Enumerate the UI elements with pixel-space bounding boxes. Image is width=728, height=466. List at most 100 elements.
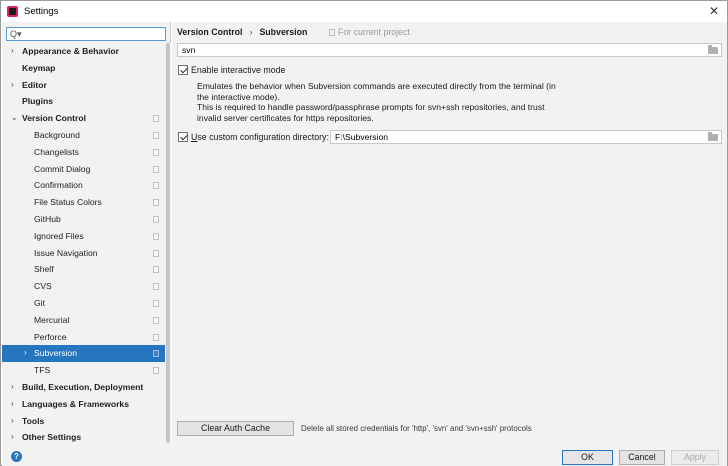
sidebar-item-keymap[interactable]: Keymap [2, 60, 165, 77]
chevron-right-icon[interactable]: › [24, 345, 27, 362]
project-scope-icon [153, 316, 159, 324]
sidebar-item-perforce[interactable]: Perforce [2, 329, 165, 346]
sidebar-item-label: Background [34, 129, 80, 140]
sidebar-item-label: Plugins [22, 96, 54, 107]
project-scope-icon [153, 350, 159, 358]
project-scope-icon [153, 367, 159, 375]
project-scope-icon [153, 333, 159, 341]
sidebar-item-label: Languages & Frameworks [22, 398, 129, 409]
interactive-mode-description: Emulates the behavior when Subversion co… [197, 81, 597, 123]
project-scope-icon [153, 215, 159, 223]
settings-tree: › Appearance & Behavior Keymap › Editor Plugi… [2, 43, 165, 446]
sidebar-item-git[interactable]: Git [2, 295, 165, 312]
sidebar-item-label: Mercurial [34, 314, 70, 325]
chevron-down-icon[interactable]: ⌄ [11, 110, 18, 127]
sidebar-item-tools[interactable]: › Tools [2, 413, 165, 430]
sidebar-item-version-control[interactable]: ⌄ Version Control [2, 110, 165, 127]
app-logo-icon [7, 5, 18, 17]
sidebar-item-mercurial[interactable]: Mercurial [2, 312, 165, 329]
for-current-project-note: For current project [329, 27, 410, 37]
sidebar-item-other-settings[interactable]: › Other Settings [2, 429, 165, 446]
dialog-button-bar: ? OK Cancel Apply [2, 446, 727, 466]
apply-button[interactable]: Apply [671, 450, 719, 465]
ok-button[interactable]: OK [562, 450, 613, 465]
sidebar-item-file-status-colors[interactable]: File Status Colors [2, 194, 165, 211]
enable-interactive-mode-checkbox[interactable] [178, 65, 188, 75]
chevron-right-icon[interactable]: › [11, 77, 14, 94]
project-scope-icon [153, 249, 159, 257]
enable-interactive-mode-label[interactable]: Enable interactive mode [191, 65, 285, 75]
sidebar-item-label: Confirmation [34, 180, 83, 191]
sidebar-item-editor[interactable]: › Editor [2, 77, 165, 94]
sidebar-item-cvs[interactable]: CVS [2, 278, 165, 295]
sidebar-item-label: Keymap [22, 62, 56, 73]
sidebar-item-github[interactable]: GitHub [2, 211, 165, 228]
subversion-settings-panel: Version Control › Subversion For current p… [172, 22, 727, 446]
project-scope-icon [153, 266, 159, 274]
clear-auth-cache-button[interactable]: Clear Auth Cache [177, 421, 294, 436]
chevron-right-icon[interactable]: › [11, 429, 14, 446]
sidebar-item-appearance-behavior[interactable]: › Appearance & Behavior [2, 43, 165, 60]
settings-search-input[interactable]: Q▾ [6, 27, 166, 41]
project-scope-icon [153, 199, 159, 207]
sidebar-item-tfs[interactable]: TFS [2, 362, 165, 379]
cancel-button[interactable]: Cancel [619, 450, 665, 465]
sidebar-item-label: Ignored Files [34, 230, 84, 241]
sidebar-item-issue-navigation[interactable]: Issue Navigation [2, 245, 165, 262]
breadcrumb-separator: › [249, 27, 253, 37]
sidebar-item-confirmation[interactable]: Confirmation [2, 177, 165, 194]
sidebar-item-changelists[interactable]: Changelists [2, 144, 165, 161]
sidebar-item-label: Commit Dialog [34, 163, 91, 174]
use-custom-config-checkbox[interactable] [178, 132, 188, 142]
description-line: invalid server certificates for https re… [197, 112, 374, 123]
breadcrumb: Version Control › Subversion [177, 27, 307, 39]
close-icon[interactable]: ✕ [707, 4, 721, 18]
breadcrumb-parent: Version Control [177, 27, 243, 37]
chevron-right-icon[interactable]: › [11, 396, 14, 413]
sidebar-item-label: Issue Navigation [34, 247, 98, 258]
sidebar-item-languages-frameworks[interactable]: › Languages & Frameworks [2, 396, 165, 413]
svn-executable-path-field[interactable]: svn [177, 43, 722, 57]
sidebar-item-commit-dialog[interactable]: Commit Dialog [2, 161, 165, 178]
sidebar-item-background[interactable]: Background [2, 127, 165, 144]
sidebar-item-label: Changelists [34, 146, 79, 157]
sidebar-item-label: Other Settings [22, 432, 82, 443]
window-title: Settings [24, 5, 59, 17]
config-directory-field[interactable]: F:\Subversion [330, 130, 722, 144]
project-scope-icon [153, 299, 159, 307]
project-scope-icon [153, 165, 159, 173]
browse-folder-icon[interactable] [708, 45, 718, 54]
sidebar-item-build-execution-deployment[interactable]: › Build, Execution, Deployment [2, 379, 165, 396]
use-custom-config-label[interactable]: Use custom configuration directory: [191, 132, 329, 142]
sidebar-item-label: CVS [34, 281, 52, 292]
label-text: se custom configuration directory: [197, 132, 329, 142]
chevron-right-icon[interactable]: › [11, 43, 14, 60]
help-icon[interactable]: ? [11, 451, 22, 462]
sidebar-item-label: TFS [34, 365, 51, 376]
browse-folder-icon[interactable] [708, 132, 718, 141]
sidebar-item-subversion[interactable]: › Subversion [2, 345, 165, 363]
project-scope-icon [153, 232, 159, 240]
sidebar-item-label: Shelf [34, 264, 54, 275]
sidebar-item-label: GitHub [34, 213, 61, 224]
sidebar-item-label: File Status Colors [34, 197, 102, 208]
sidebar-item-shelf[interactable]: Shelf [2, 261, 165, 278]
breadcrumb-current: Subversion [259, 27, 308, 37]
title-bar[interactable]: Settings ✕ [1, 1, 727, 21]
description-line: the interactive mode). [197, 91, 280, 102]
project-scope-icon [153, 148, 159, 156]
config-directory-value: F:\Subversion [335, 132, 389, 142]
chevron-right-icon[interactable]: › [11, 413, 14, 430]
project-scope-icon [329, 29, 335, 36]
sidebar-scrollbar-thumb[interactable] [166, 43, 170, 443]
svn-path-value: svn [182, 45, 196, 55]
sidebar-item-label: Version Control [22, 113, 86, 124]
sidebar-item-ignored-files[interactable]: Ignored Files [2, 228, 165, 245]
sidebar-item-label: Git [34, 297, 45, 308]
sidebar-item-label: Build, Execution, Deployment [22, 381, 144, 392]
search-icon: Q▾ [10, 29, 22, 39]
sidebar-item-plugins[interactable]: Plugins [2, 93, 165, 110]
clear-auth-cache-note: Delete all stored credentials for 'http'… [301, 424, 532, 433]
chevron-right-icon[interactable]: › [11, 379, 14, 396]
project-scope-icon [153, 115, 159, 123]
